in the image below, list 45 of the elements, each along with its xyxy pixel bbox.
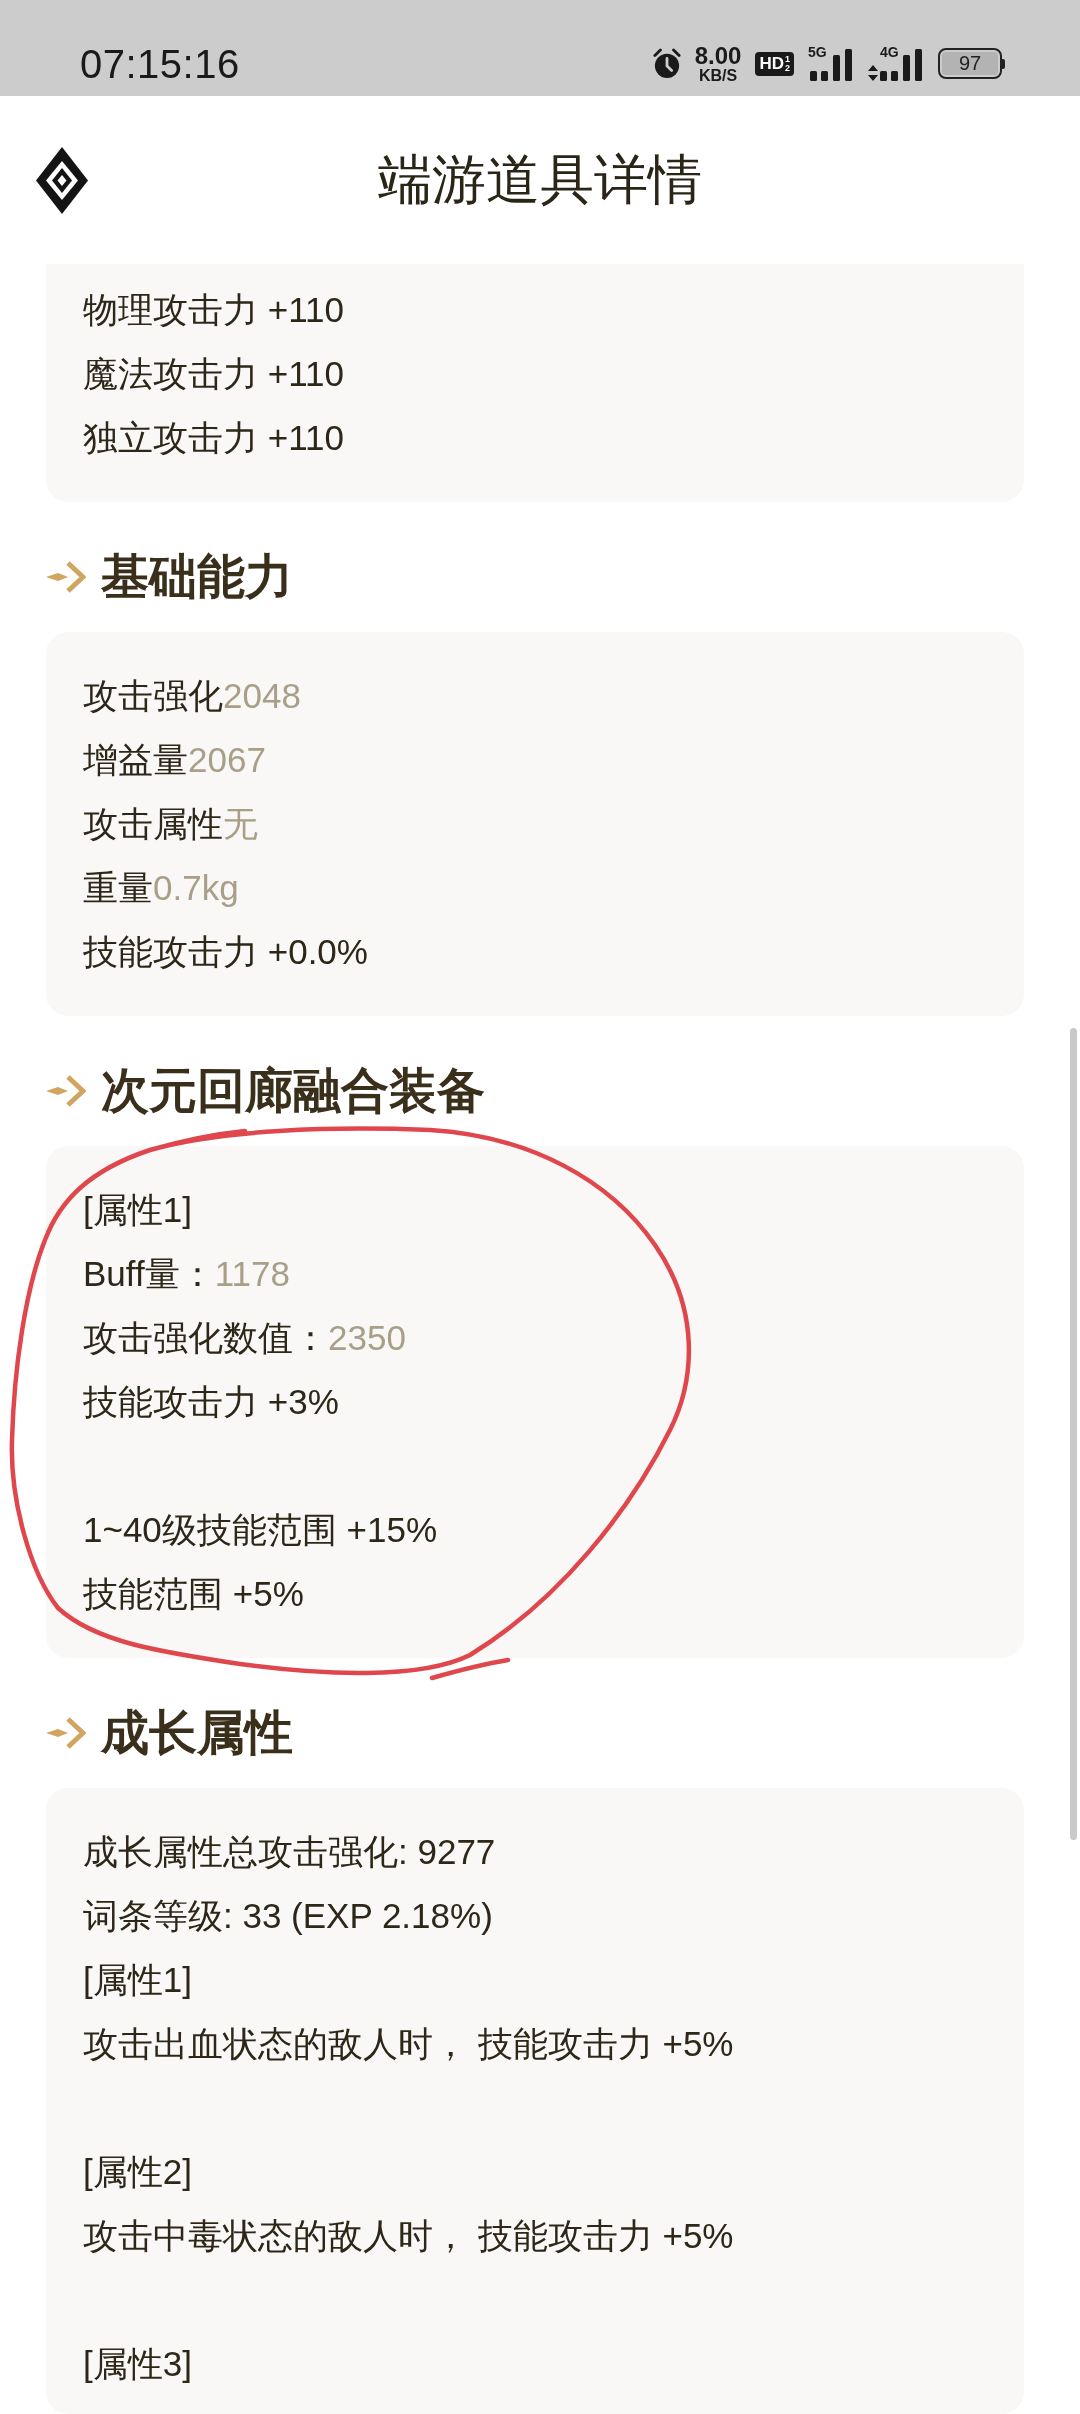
net-speed-unit: KB/S (698, 67, 738, 83)
attribute-text: 魔法攻击力 +110 (83, 352, 344, 395)
attribute-value: 1178 (214, 1254, 290, 1294)
section-heading: 次元回廊融合装备 (101, 1063, 485, 1119)
arrow-icon (46, 559, 86, 595)
section-heading: 基础能力 (101, 549, 293, 605)
attribute-label: Buff量： (83, 1252, 215, 1295)
attribute-text: [属性1] (83, 1188, 192, 1231)
signal-icon (878, 47, 924, 81)
network-type-label: 4G (880, 45, 899, 59)
attribute-label: 攻击强化数值： (83, 1316, 328, 1359)
arrow-icon (46, 1073, 86, 1109)
battery-indicator: 97 (938, 48, 1005, 80)
attribute-value: 2350 (328, 1318, 406, 1358)
network-type-label: 5G (808, 45, 827, 59)
attribute-label: 增益量 (83, 738, 188, 781)
attribute-label: 重量 (83, 866, 153, 909)
attribute-text: 1~40级技能范围 +15% (83, 1508, 438, 1551)
attribute-text: 物理攻击力 +110 (83, 288, 344, 331)
attribute-value: 无 (223, 802, 258, 845)
section-heading: 成长属性 (101, 1705, 293, 1761)
attribute-label: 攻击强化 (83, 674, 223, 717)
alarm-icon (652, 48, 681, 80)
net-speed-value: 8.00 (694, 45, 742, 68)
signal-icon (808, 47, 854, 81)
attribute-text: 攻击中毒状态的敌人时， 技能攻击力 +5% (83, 2214, 734, 2257)
attribute-text: 独立攻击力 +110 (83, 416, 344, 459)
page-title: 端游道具详情 (378, 147, 702, 211)
status-time: 07:15:16 (80, 41, 240, 87)
attribute-text: 技能攻击力 +0.0% (83, 930, 368, 973)
logo-icon (36, 146, 88, 214)
attribute-text: 技能范围 +5% (83, 1572, 304, 1615)
attribute-value: 0.7kg (153, 868, 239, 908)
attribute-text: 攻击出血状态的敌人时， 技能攻击力 +5% (83, 2022, 734, 2065)
attribute-text: [属性2] (83, 2150, 192, 2193)
arrow-icon (46, 1715, 86, 1751)
scrollbar-thumb[interactable] (1070, 1028, 1077, 1840)
attribute-value: 2067 (188, 740, 266, 780)
attribute-text: 词条等级: 33 (EXP 2.18%) (83, 1894, 493, 1937)
attribute-text: 技能攻击力 +3% (83, 1380, 339, 1423)
attribute-value: 2048 (223, 676, 301, 716)
attribute-text: [属性1] (83, 1958, 192, 2001)
attribute-text: [属性3] (83, 2342, 192, 2385)
attribute-text: 成长属性总攻击强化: 9277 (83, 1830, 496, 1873)
attribute-label: 攻击属性 (83, 802, 223, 845)
